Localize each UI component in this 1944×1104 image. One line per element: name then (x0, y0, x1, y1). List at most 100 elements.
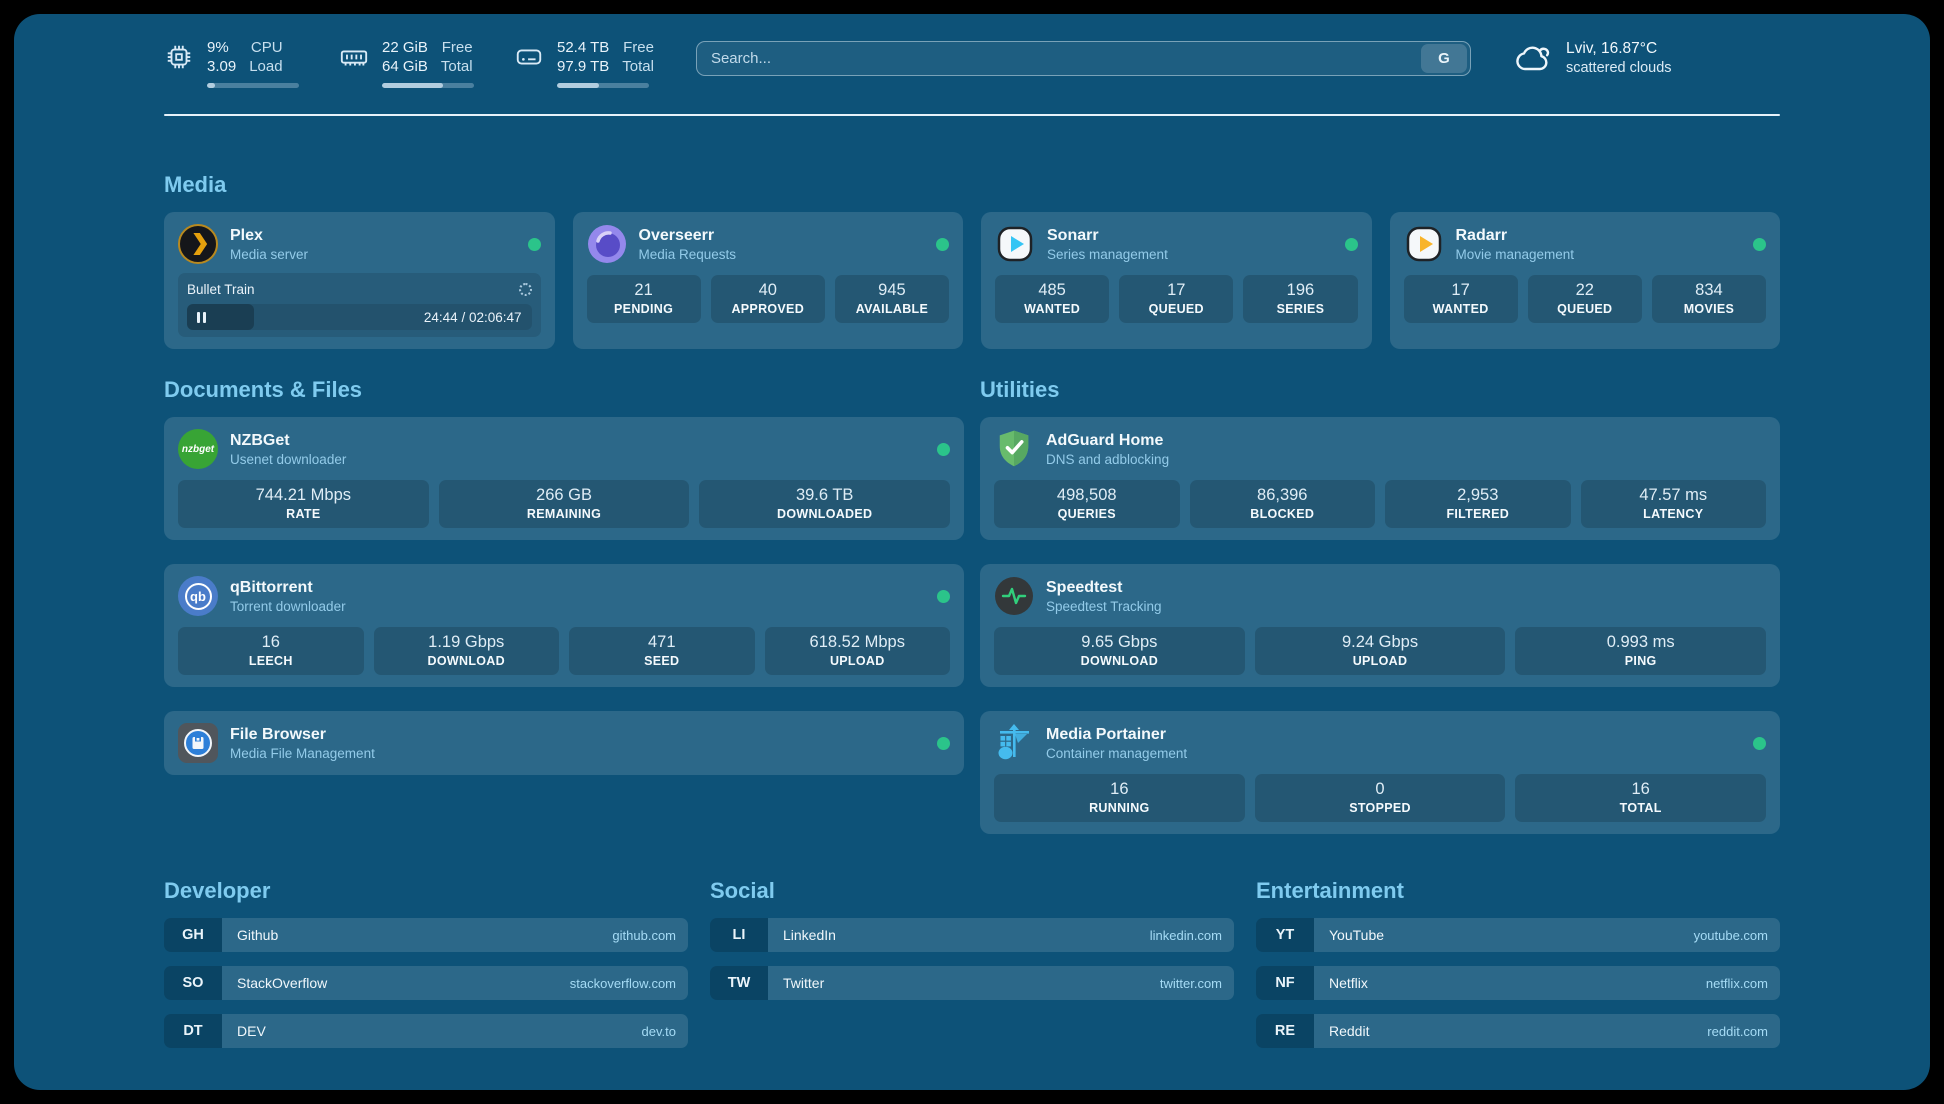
service-card-sonarr[interactable]: Sonarr Series management 485 WANTED 17 Q… (981, 212, 1372, 349)
bookmark-linkedin[interactable]: LI LinkedIn linkedin.com (710, 918, 1234, 952)
bookmark-domain: linkedin.com (1150, 928, 1222, 943)
search-input[interactable] (697, 50, 1421, 67)
bookmark-reddit[interactable]: RE Reddit reddit.com (1256, 1014, 1780, 1048)
bookmark-abbr: RE (1256, 1014, 1314, 1048)
stat-tile: 17 QUEUED (1119, 275, 1233, 323)
bookmark-stackoverflow[interactable]: SO StackOverflow stackoverflow.com (164, 966, 688, 1000)
service-card-adguard[interactable]: AdGuard Home DNS and adblocking 498,508 … (980, 417, 1780, 540)
bookmark-youtube[interactable]: YT YouTube youtube.com (1256, 918, 1780, 952)
stat-tile: 9.24 Gbps UPLOAD (1255, 627, 1506, 675)
weather-location: Lviv, 16.87°C (1566, 39, 1672, 59)
stat-tile: 22 QUEUED (1528, 275, 1642, 323)
stat-tile: 485 WANTED (995, 275, 1109, 323)
bookmark-name: Reddit (1329, 1023, 1369, 1039)
bookmark-github[interactable]: GH Github github.com (164, 918, 688, 952)
filebrowser-icon (178, 723, 218, 763)
cpu-load-value: 3.09 (207, 57, 236, 76)
cpu-progress-bar (207, 83, 299, 88)
service-title: Plex (230, 225, 308, 246)
nzbget-icon: nzbget (178, 429, 218, 469)
service-title: Media Portainer (1046, 724, 1187, 745)
radarr-icon (1404, 224, 1444, 264)
cpu-usage-value: 9% (207, 38, 236, 57)
memory-free-label: Free (441, 38, 473, 57)
memory-icon (339, 42, 369, 72)
section-title-entertainment: Entertainment (1256, 878, 1780, 904)
bookmark-abbr: GH (164, 918, 222, 952)
stat-tile: 39.6 TB DOWNLOADED (699, 480, 950, 528)
speedtest-icon (994, 576, 1034, 616)
cpu-load-label: Load (249, 57, 282, 76)
weather-widget[interactable]: Lviv, 16.87°C scattered clouds (1513, 34, 1672, 78)
stat-tile: 0 STOPPED (1255, 774, 1506, 822)
bookmark-name: Github (237, 927, 278, 943)
sonarr-icon (995, 224, 1035, 264)
memory-stat: 22 GiB 64 GiB Free Total (339, 38, 474, 88)
pause-icon (197, 312, 200, 323)
service-subtitle: Series management (1047, 246, 1168, 263)
top-bar: 9% 3.09 CPU Load (164, 34, 1780, 88)
cpu-icon (164, 42, 194, 72)
service-card-qbittorrent[interactable]: qb qBittorrent Torrent downloader 16 LEE… (164, 564, 964, 687)
portainer-icon (994, 723, 1034, 763)
stat-tile: 618.52 Mbps UPLOAD (765, 627, 951, 675)
bookmark-twitter[interactable]: TW Twitter twitter.com (710, 966, 1234, 1000)
stat-tile: 471 SEED (569, 627, 755, 675)
memory-total-label: Total (441, 57, 473, 76)
bookmark-domain: twitter.com (1160, 976, 1222, 991)
bookmark-name: YouTube (1329, 927, 1384, 943)
stat-tile: 16 TOTAL (1515, 774, 1766, 822)
service-card-portainer[interactable]: Media Portainer Container management 16 … (980, 711, 1780, 834)
bookmark-netflix[interactable]: NF Netflix netflix.com (1256, 966, 1780, 1000)
stat-tile: 834 MOVIES (1652, 275, 1766, 323)
section-title-documents: Documents & Files (164, 377, 964, 403)
service-card-plex[interactable]: Plex Media server Bullet Train (164, 212, 555, 349)
bookmark-name: StackOverflow (237, 975, 327, 991)
service-title: Speedtest (1046, 577, 1162, 598)
service-card-nzbget[interactable]: nzbget NZBGet Usenet downloader 744.21 M… (164, 417, 964, 540)
service-card-filebrowser[interactable]: File Browser Media File Management (164, 711, 964, 775)
playback-time: 24:44 / 02:06:47 (424, 310, 522, 325)
service-card-speedtest[interactable]: Speedtest Speedtest Tracking 9.65 Gbps D… (980, 564, 1780, 687)
bookmark-dev[interactable]: DT DEV dev.to (164, 1014, 688, 1048)
overseerr-icon (587, 224, 627, 264)
service-card-radarr[interactable]: Radarr Movie management 17 WANTED 22 QUE… (1390, 212, 1781, 349)
status-dot (937, 590, 950, 603)
stat-tile: 9.65 Gbps DOWNLOAD (994, 627, 1245, 675)
system-stats: 9% 3.09 CPU Load (164, 34, 654, 88)
stat-tile: 17 WANTED (1404, 275, 1518, 323)
bookmark-domain: stackoverflow.com (570, 976, 676, 991)
qbittorrent-icon: qb (178, 576, 218, 616)
disk-progress-bar (557, 83, 649, 88)
bookmark-abbr: YT (1256, 918, 1314, 952)
stat-tile: 1.19 Gbps DOWNLOAD (374, 627, 560, 675)
service-subtitle: Container management (1046, 745, 1187, 762)
service-card-overseerr[interactable]: Overseerr Media Requests 21 PENDING 40 A… (573, 212, 964, 349)
plex-now-playing: Bullet Train 24:44 / 02:06:47 (178, 273, 541, 337)
service-title: NZBGet (230, 430, 346, 451)
section-title-developer: Developer (164, 878, 688, 904)
bookmark-abbr: LI (710, 918, 768, 952)
media-grid: Plex Media server Bullet Train (164, 212, 1780, 349)
disk-total-label: Total (622, 57, 654, 76)
bookmark-abbr: TW (710, 966, 768, 1000)
service-subtitle: DNS and adblocking (1046, 451, 1169, 468)
cpu-usage-label: CPU (249, 38, 282, 57)
stat-tile: 86,396 BLOCKED (1190, 480, 1376, 528)
status-dot (937, 737, 950, 750)
search-provider-button[interactable]: G (1421, 44, 1467, 73)
service-subtitle: Speedtest Tracking (1046, 598, 1162, 615)
service-title: File Browser (230, 724, 375, 745)
service-title: qBittorrent (230, 577, 346, 598)
service-subtitle: Media server (230, 246, 308, 263)
documents-column: Documents & Files nzbget NZBGet Usenet d… (164, 377, 964, 834)
bookmark-domain: github.com (612, 928, 676, 943)
memory-free-value: 22 GiB (382, 38, 428, 57)
gear-icon[interactable] (519, 283, 532, 296)
service-title: Radarr (1456, 225, 1575, 246)
bookmark-name: Netflix (1329, 975, 1368, 991)
bookmark-name: Twitter (783, 975, 824, 991)
stat-tile: 40 APPROVED (711, 275, 825, 323)
stat-tile: 196 SERIES (1243, 275, 1357, 323)
section-title-utilities: Utilities (980, 377, 1780, 403)
